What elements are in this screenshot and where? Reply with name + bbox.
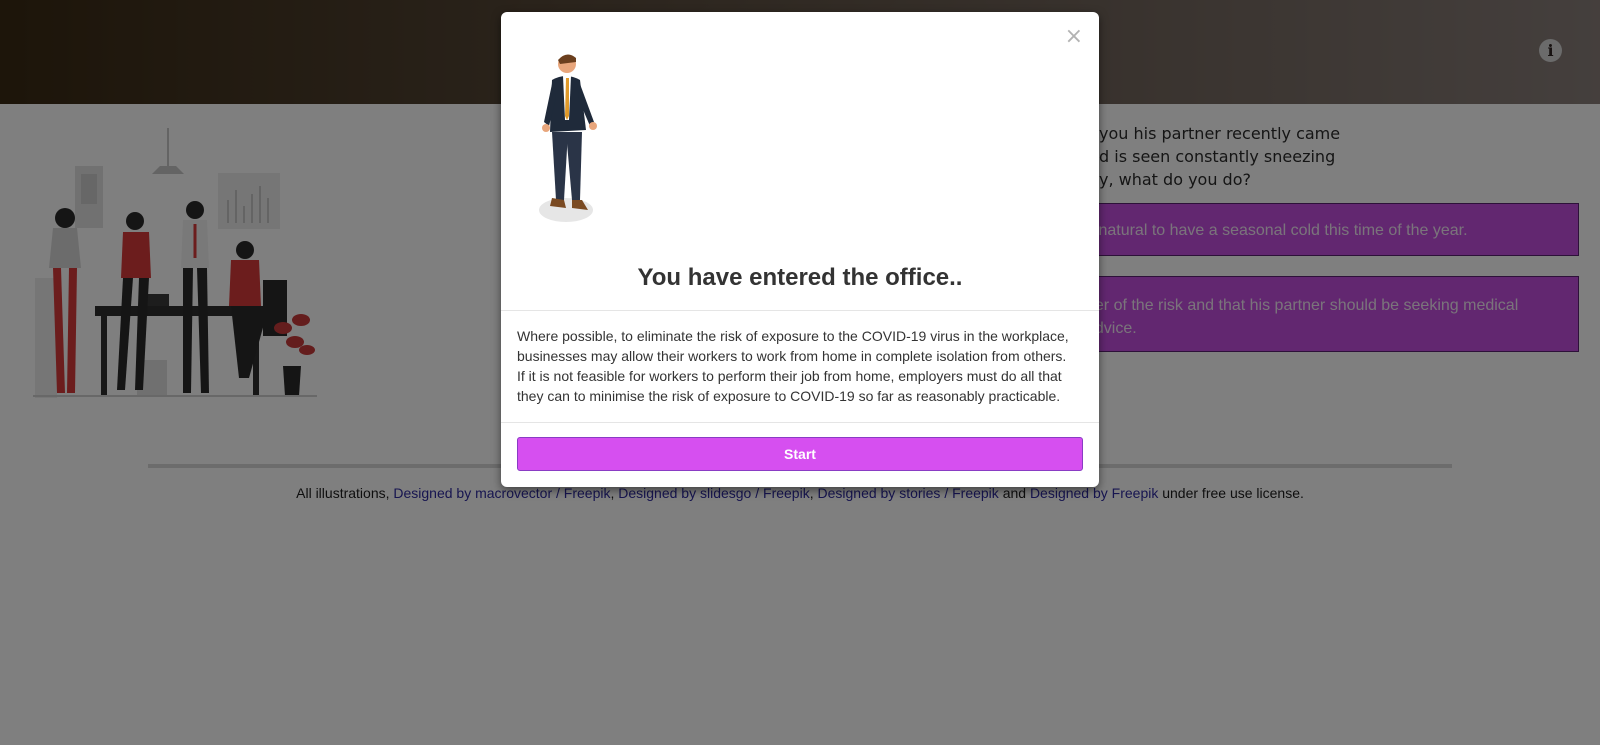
modal-title: You have entered the office.. xyxy=(637,264,963,291)
close-icon[interactable]: × xyxy=(1065,26,1083,48)
start-button[interactable]: Start xyxy=(517,437,1083,471)
walking-businessman-illustration xyxy=(539,54,597,222)
modal-header-divider xyxy=(501,310,1099,311)
intro-modal: × You have entered the office.. Where po… xyxy=(501,12,1099,487)
modal-body-text: Where possible, to eliminate the risk of… xyxy=(517,328,1069,404)
modal-footer-divider xyxy=(501,422,1099,423)
